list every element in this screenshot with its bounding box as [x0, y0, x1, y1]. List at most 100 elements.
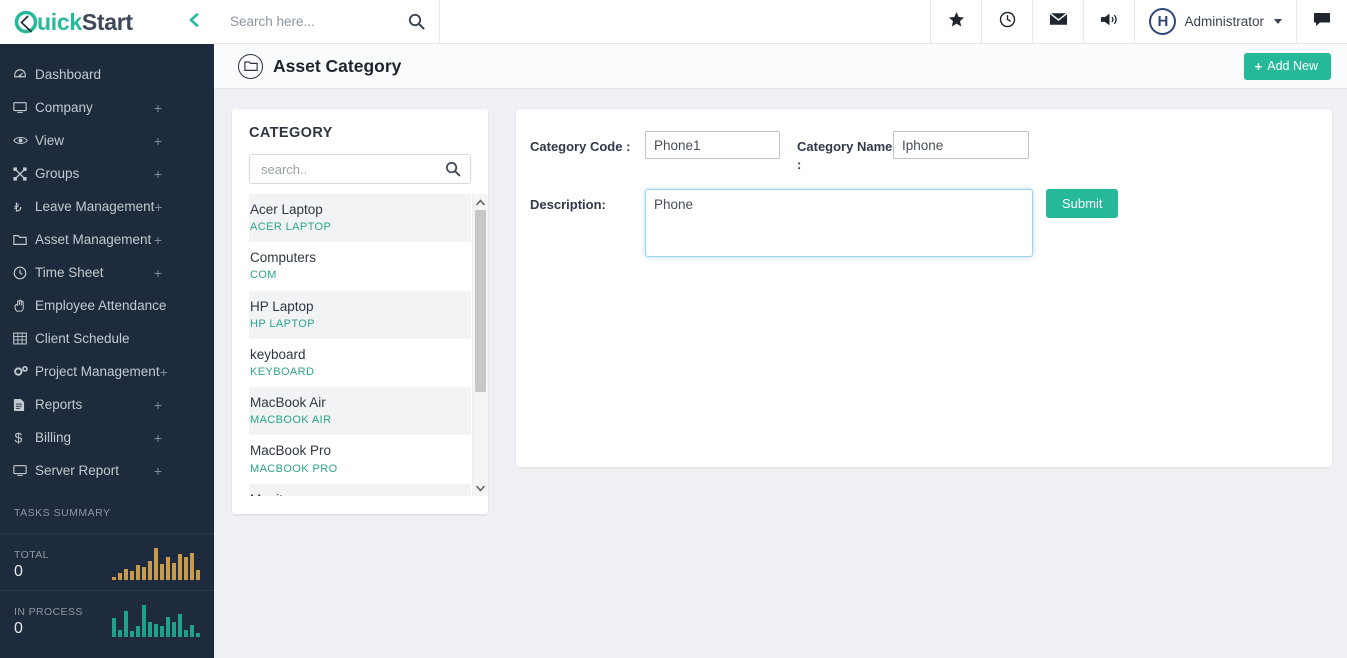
list-item[interactable]: MonitorTFT	[249, 483, 471, 496]
list-item-name: Monitor	[250, 492, 461, 496]
list-item-code: COM	[250, 269, 277, 282]
list-item[interactable]: HP Laptop HP LAPTOP	[249, 290, 471, 339]
tasks-summary-row-inprocess: IN PROCESS 0	[0, 590, 214, 647]
add-new-button[interactable]: + Add New	[1243, 52, 1331, 80]
sparkline-bar	[148, 622, 152, 637]
category-search-input[interactable]	[261, 161, 445, 177]
sidebar-item-dashboard[interactable]: Dashboard	[0, 58, 214, 91]
eye-icon	[13, 135, 35, 146]
expand-icon[interactable]: +	[154, 464, 162, 478]
scrollbar-thumb[interactable]	[474, 210, 486, 392]
list-item-name: HP Laptop	[250, 298, 314, 314]
chat-button[interactable]	[1296, 0, 1347, 43]
expand-icon[interactable]: +	[160, 365, 168, 379]
category-list[interactable]: Acer Laptop ACER LAPTOP Computers COM HP Lap…	[249, 194, 471, 496]
chevron-left-icon[interactable]	[187, 13, 200, 32]
sidebar-item-view[interactable]: View +	[0, 124, 214, 157]
logo-bar: uickStart	[0, 0, 214, 44]
category-name-input[interactable]	[893, 131, 1029, 159]
document-icon	[13, 398, 35, 412]
sparkline-bar	[118, 573, 122, 580]
expand-icon[interactable]: +	[154, 233, 162, 247]
sparkline-bar	[166, 617, 170, 637]
sidebar-item-project-management[interactable]: Project Management +	[0, 355, 214, 388]
sidebar-item-groups[interactable]: Groups +	[0, 157, 214, 190]
list-item[interactable]: MacBook Air MACBOOK AIR	[249, 387, 471, 436]
main-area: H Administrator Asset Category + Add New	[214, 0, 1347, 658]
user-menu[interactable]: H Administrator	[1134, 0, 1296, 43]
messages-button[interactable]	[1032, 0, 1083, 43]
sidebar-item-client-schedule[interactable]: Client Schedule	[0, 322, 214, 355]
submit-button[interactable]: Submit	[1046, 189, 1119, 219]
sparkline-bar	[184, 557, 188, 580]
brand-logo[interactable]: uickStart	[14, 9, 133, 36]
currency-icon: ₺	[13, 200, 35, 214]
sidebar-item-company[interactable]: Company +	[0, 91, 214, 124]
chevron-up-icon[interactable]	[473, 194, 489, 210]
search-input[interactable]	[230, 14, 408, 29]
list-item[interactable]: Acer Laptop ACER LAPTOP	[249, 194, 471, 243]
search-icon[interactable]	[408, 13, 425, 30]
scrollbar-track[interactable]	[473, 210, 489, 480]
announcements-button[interactable]	[1083, 0, 1134, 43]
tasks-summary: TASKS SUMMARY TOTAL 0 IN PROCESS 0	[0, 507, 214, 647]
quickstart-logo-icon	[14, 10, 40, 36]
description-textarea[interactable]	[645, 189, 1033, 258]
expand-icon[interactable]: +	[154, 431, 162, 445]
sidebar-item-server-report[interactable]: Server Report +	[0, 454, 214, 487]
expand-icon[interactable]: +	[154, 266, 162, 280]
tasks-total-sparkline	[112, 546, 200, 580]
sidebar-item-billing[interactable]: $ Billing +	[0, 421, 214, 454]
category-list-scrollbar[interactable]	[472, 194, 488, 496]
sidebar-item-label: Company	[35, 100, 93, 115]
sparkline-bar	[142, 605, 146, 637]
description-label: Description:	[530, 197, 606, 213]
svg-text:₺: ₺	[14, 200, 22, 214]
expand-icon[interactable]: +	[154, 101, 162, 115]
avatar: H	[1149, 8, 1177, 35]
expand-icon[interactable]: +	[154, 134, 162, 148]
sidebar-item-label: Asset Management	[35, 232, 152, 247]
clock-icon	[13, 266, 35, 280]
content-area: CATEGORY Acer Laptop ACER LAPTOP Computers…	[214, 89, 1347, 658]
sparkline-bar	[130, 631, 134, 637]
category-search[interactable]	[249, 154, 471, 184]
sparkline-bar	[160, 626, 164, 637]
sparkline-bar	[196, 633, 200, 637]
sidebar-item-leave-management[interactable]: ₺ Leave Management +	[0, 190, 214, 223]
sparkline-bar	[190, 553, 194, 580]
search-icon[interactable]	[445, 161, 461, 177]
expand-icon[interactable]: +	[154, 200, 162, 214]
sidebar-item-employee-attendance[interactable]: Employee Attendance	[0, 289, 214, 322]
list-item[interactable]: keyboard KEYBOARD	[249, 339, 471, 387]
sidebar-item-time-sheet[interactable]: Time Sheet +	[0, 256, 214, 289]
global-search[interactable]	[214, 0, 440, 43]
tasks-total-label: TOTAL	[14, 549, 49, 561]
list-item-name: Computers	[250, 250, 317, 266]
tasks-total-value: 0	[14, 563, 23, 580]
favorites-button[interactable]	[930, 0, 981, 43]
chevron-down-icon[interactable]	[473, 480, 489, 496]
sparkline-bar	[178, 554, 182, 580]
history-button[interactable]	[981, 0, 1032, 43]
plus-icon: +	[1254, 58, 1263, 74]
sidebar-item-label: Employee Attendance	[35, 298, 167, 313]
expand-icon[interactable]: +	[154, 398, 162, 412]
category-code-input[interactable]	[645, 131, 780, 159]
page-title: Asset Category	[273, 55, 402, 76]
sidebar-item-label: Time Sheet	[35, 265, 104, 280]
list-item[interactable]: Computers COM	[249, 242, 471, 290]
sidebar-item-label: Server Report	[35, 463, 120, 478]
sidebar-item-label: Dashboard	[35, 67, 102, 82]
category-panel-title: CATEGORY	[249, 125, 333, 141]
sparkline-bar	[118, 630, 122, 637]
sparkline-bar	[178, 614, 182, 637]
sidebar-item-reports[interactable]: Reports +	[0, 388, 214, 421]
add-new-label: Add New	[1267, 58, 1318, 73]
expand-icon[interactable]: +	[154, 167, 162, 181]
svg-text:$: $	[15, 430, 23, 445]
sidebar-item-asset-management[interactable]: Asset Management +	[0, 223, 214, 256]
user-name: Administrator	[1184, 14, 1264, 29]
list-item[interactable]: MacBook Pro MACBOOK PRO	[249, 435, 471, 483]
star-icon	[948, 11, 965, 33]
